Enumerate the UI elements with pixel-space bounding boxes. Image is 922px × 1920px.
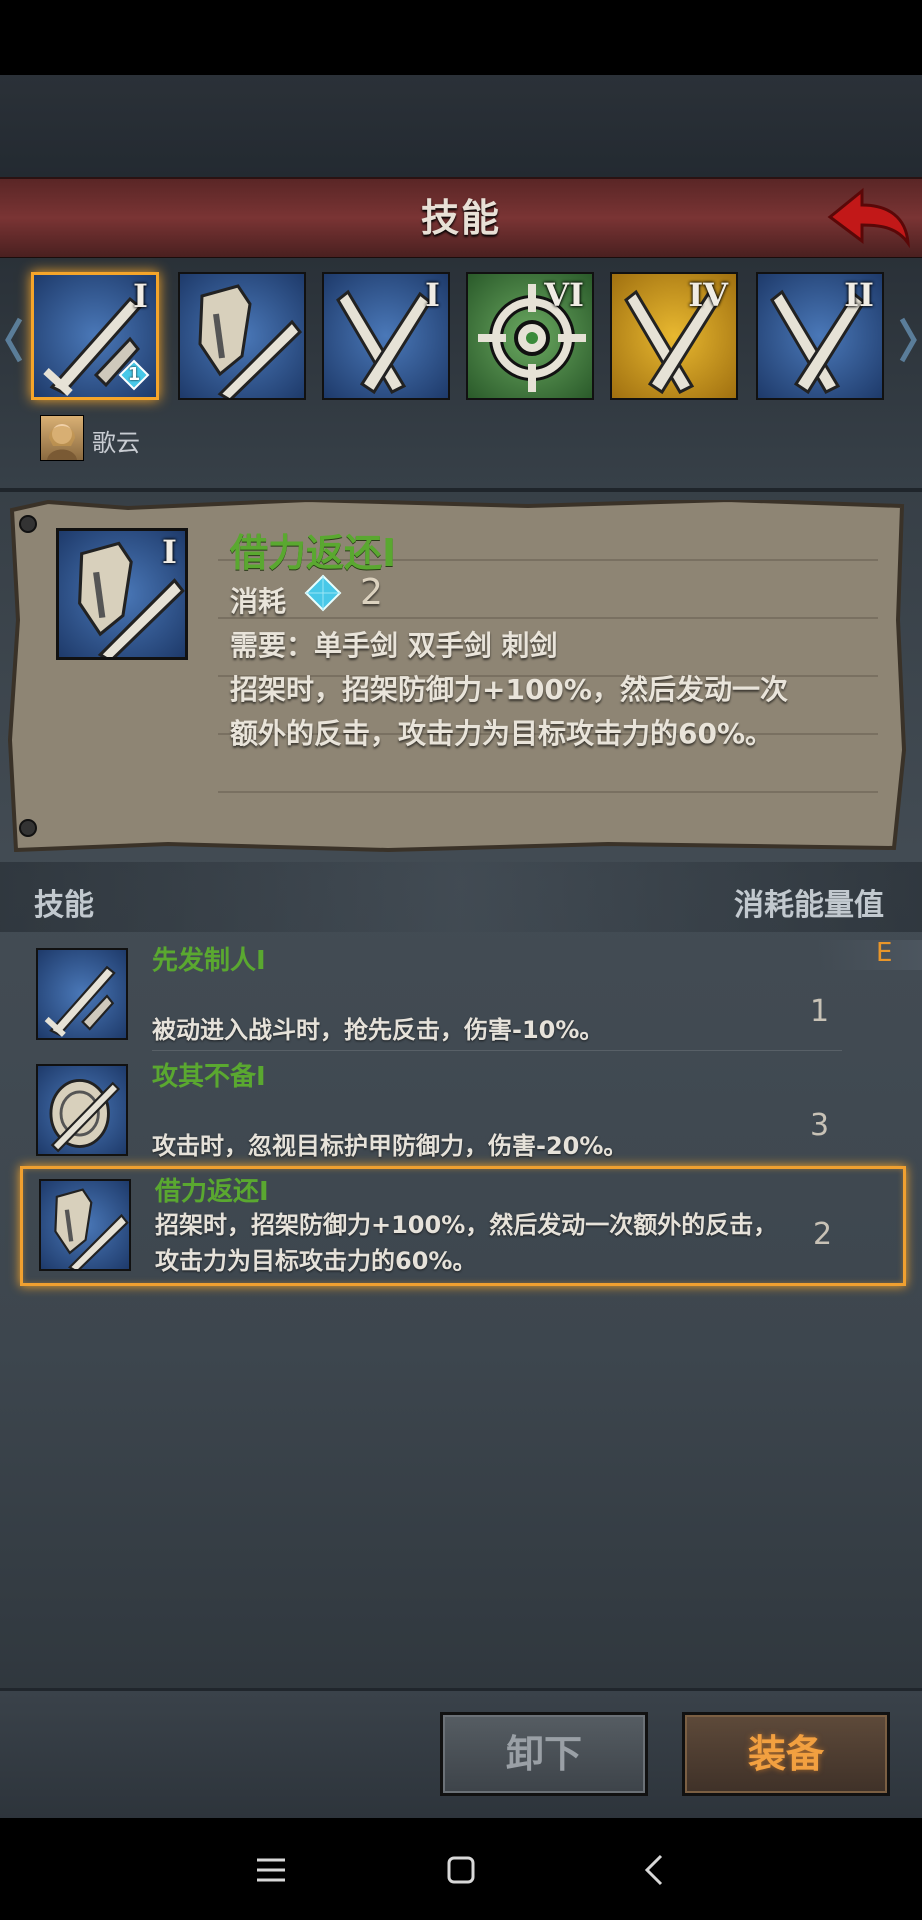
skill-slot-1[interactable]: I 1 — [31, 272, 159, 400]
slot-roman: I — [425, 276, 440, 314]
skill-description: 招架时，招架防御力+100%，然后发动一次额外的反击，攻击力为目标攻击力的60%… — [155, 1211, 778, 1275]
skill-cost: 2 — [813, 1217, 833, 1252]
skill-title: 攻其不备I — [152, 1062, 266, 1092]
title-bar: 技能 — [0, 177, 922, 260]
scroll-right-icon[interactable] — [898, 315, 918, 365]
sword-strike-icon — [36, 948, 128, 1040]
equip-button[interactable]: 装备 — [682, 1712, 890, 1796]
top-space — [0, 75, 922, 177]
skill-slot-3[interactable]: I — [322, 272, 450, 400]
cost-value: 2 — [360, 572, 383, 613]
slot-roman: IV — [688, 276, 728, 314]
cost-column-header: 消耗能量值 — [734, 888, 884, 923]
description-line-1: 招架时，招架防御力+100%，然后发动一次 — [230, 673, 788, 706]
character-name: 歌云 — [92, 429, 140, 457]
list-item-selected[interactable]: 借力返还I 招架时，招架防御力+100%，然后发动一次额外的反击，攻击力为目标攻… — [20, 1166, 906, 1286]
detail-roman: I — [162, 533, 177, 571]
skill-cost: 1 — [810, 994, 830, 1029]
cost-label: 消耗 — [230, 585, 287, 618]
skill-title: 先发制人I — [152, 946, 266, 976]
back-button[interactable] — [822, 183, 914, 253]
list-item[interactable]: 攻其不备I 攻击时，忽视目标护甲防御力，伤害-20%。 3 — [20, 1056, 906, 1168]
skill-detail-panel: I 借力返还I 消耗 2 需要：单手剑 双手剑 刺剑 招架时，招架防御力+100… — [8, 500, 906, 852]
menu-icon[interactable] — [249, 1848, 293, 1892]
back-arrow-icon — [827, 187, 910, 249]
description-line-2: 额外的反击，攻击力为目标攻击力的60%。 — [230, 717, 774, 750]
back-nav-icon[interactable] — [633, 1848, 677, 1892]
slot-roman: I — [133, 277, 148, 315]
skill-slot-2[interactable] — [178, 272, 306, 400]
home-icon[interactable] — [439, 1848, 483, 1892]
requirement-text: 需要：单手剑 双手剑 刺剑 — [230, 629, 558, 662]
slot-roman: II — [844, 276, 874, 314]
skill-column-header: 技能 — [34, 888, 94, 923]
list-item[interactable]: 先发制人I 被动进入战斗时，抢先反击，伤害-10%。 1 — [20, 940, 906, 1052]
row-divider — [152, 1050, 842, 1051]
detail-skill-icon: I — [56, 528, 188, 660]
skill-slot-4[interactable]: VI — [466, 272, 594, 400]
energy-gem-icon — [304, 574, 342, 612]
page-title: 技能 — [420, 196, 501, 240]
skill-cost: 3 — [810, 1108, 830, 1143]
shield-sword-icon — [198, 284, 303, 398]
slot-roman: VI — [544, 276, 584, 314]
shield-sword-icon — [39, 1179, 131, 1271]
status-bar — [0, 0, 922, 75]
skill-description: 被动进入战斗时，抢先反击，伤害-10%。 — [152, 1016, 604, 1044]
unequip-button[interactable]: 卸下 — [440, 1712, 648, 1796]
skill-slot-6[interactable]: II — [756, 272, 884, 400]
detail-title: 借力返还I — [230, 531, 397, 575]
skill-description: 攻击时，忽视目标护甲防御力，伤害-20%。 — [152, 1132, 628, 1160]
skill-slot-5[interactable]: IV — [610, 272, 738, 400]
system-nav-bar — [0, 1818, 922, 1920]
avatar[interactable] — [40, 415, 84, 461]
skill-title: 借力返还I — [155, 1177, 269, 1207]
skill-list-header: 技能 消耗能量值 — [0, 862, 922, 932]
gem-count-badge: 1 — [118, 359, 150, 391]
scroll-left-icon[interactable] — [4, 315, 24, 365]
shield-pierce-icon — [36, 1064, 128, 1156]
